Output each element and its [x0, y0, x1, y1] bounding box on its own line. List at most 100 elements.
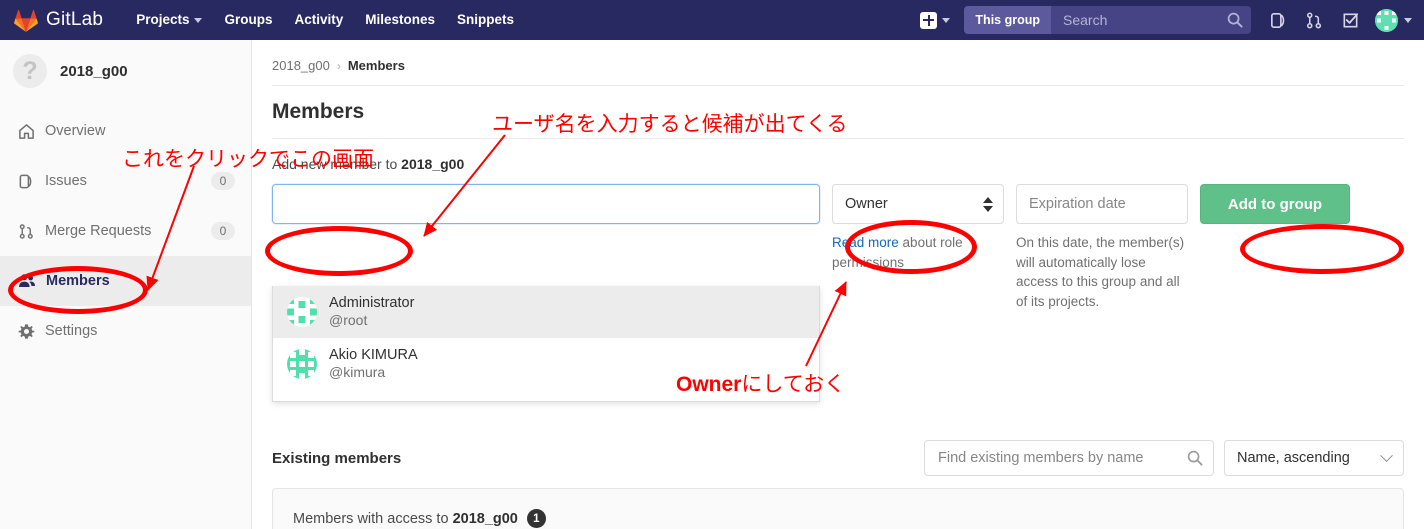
breadcrumb: 2018_g00 › Members [252, 40, 1424, 73]
read-more-link[interactable]: Read more [832, 235, 899, 250]
role-column: Owner Read more about role permissions [832, 184, 1004, 272]
todos-nav-button[interactable] [1333, 0, 1367, 40]
sidebar-item-members[interactable]: Members [0, 256, 251, 306]
search-placeholder: Search [1063, 12, 1108, 28]
group-name-label: 2018_g00 [60, 62, 128, 80]
autocomplete-item-text: Administrator @root [329, 295, 414, 329]
members-access-prefix: Members with access to [293, 510, 453, 527]
autocomplete-item-name: Administrator [329, 295, 415, 311]
sort-dropdown[interactable]: Name, ascending [1224, 440, 1404, 476]
search-icon [1227, 12, 1243, 28]
find-members-box[interactable] [924, 440, 1214, 476]
autocomplete-item-handle: @kimura [329, 364, 386, 380]
search-scope-badge[interactable]: This group [964, 6, 1051, 34]
breadcrumb-separator: › [336, 58, 341, 73]
sidebar-item-overview[interactable]: Overview [0, 106, 251, 156]
sidebar-item-overview-label: Overview [45, 123, 106, 139]
expiration-date-input[interactable] [1016, 184, 1188, 224]
identicon-pattern [287, 349, 317, 379]
members-with-access-header: Members with access to 2018_g00 1 [273, 489, 1403, 528]
issues-nav-button[interactable] [1261, 0, 1295, 40]
sort-dropdown-value: Name, ascending [1237, 450, 1350, 466]
stepper-icon [983, 196, 993, 212]
expiration-column: On this date, the member(s) will automat… [1016, 184, 1188, 311]
autocomplete-item-handle: @root [329, 312, 368, 328]
nav-link-snippets[interactable]: Snippets [446, 0, 525, 40]
breadcrumb-current[interactable]: Members [348, 58, 405, 73]
sidebar-item-settings[interactable]: Settings [0, 306, 251, 356]
chevron-down-icon [1404, 17, 1412, 23]
search-icon [1187, 450, 1203, 466]
avatar [287, 297, 317, 327]
member-search-input[interactable] [272, 184, 820, 224]
group-avatar: ? [13, 54, 47, 88]
nav-link-groups[interactable]: Groups [213, 0, 283, 40]
nav-link-projects-label: Projects [136, 12, 190, 27]
members-access-group: 2018_g00 [452, 510, 518, 527]
nav-link-projects[interactable]: Projects [125, 0, 213, 40]
role-select-value: Owner [845, 196, 888, 212]
members-count-badge: 1 [526, 509, 546, 528]
autocomplete-item-akio-kimura[interactable]: Akio KIMURA @kimura [273, 338, 819, 390]
existing-members-heading: Existing members [272, 449, 402, 467]
plus-square-icon [920, 11, 938, 29]
top-navbar: GitLab Projects Groups Activity Mileston… [0, 0, 1424, 40]
gitlab-fox-icon [14, 9, 38, 32]
find-members-input[interactable] [938, 450, 1187, 466]
expiration-helper-text: On this date, the member(s) will automat… [1016, 235, 1185, 309]
new-item-button[interactable] [912, 11, 958, 29]
gitlab-members-page: GitLab Projects Groups Activity Mileston… [0, 0, 1424, 529]
existing-members-panel: Members with access to 2018_g00 1 [272, 488, 1404, 529]
brand-label: GitLab [46, 9, 104, 30]
chevron-down-icon [1380, 448, 1393, 462]
sidebar-item-members-label: Members [46, 273, 110, 289]
main-content: 2018_g00 › Members Members Add new membe… [252, 40, 1424, 529]
sidebar-issues-count: 0 [211, 172, 235, 190]
merge-request-icon [1306, 12, 1321, 28]
sidebar-merge-requests-count: 0 [211, 222, 235, 240]
merge-request-icon [19, 223, 33, 239]
autocomplete-footer-space [273, 390, 819, 401]
group-sidebar: ? 2018_g00 Overview Issues 0 Merge Reque… [0, 40, 252, 529]
user-menu-button[interactable] [1369, 0, 1412, 40]
gitlab-home-link[interactable]: GitLab [0, 9, 113, 32]
identicon-pattern [287, 297, 317, 327]
role-select[interactable]: Owner [832, 184, 1004, 224]
sidebar-nav: Overview Issues 0 Merge Requests 0 Membe… [0, 106, 251, 356]
add-to-group-button[interactable]: Add to group [1200, 184, 1350, 224]
navbar-search: This group Search [964, 6, 1251, 34]
sidebar-item-settings-label: Settings [45, 323, 98, 339]
todos-icon [1343, 12, 1358, 27]
page-title: Members [272, 100, 365, 123]
autocomplete-item-name: Akio KIMURA [329, 347, 418, 363]
identicon-pattern [1375, 8, 1398, 32]
caret-up-icon [983, 196, 993, 203]
navbar-right: This group Search [912, 0, 1424, 40]
search-input[interactable]: Search [1051, 6, 1251, 34]
merge-requests-nav-button[interactable] [1297, 0, 1331, 40]
avatar [287, 349, 317, 379]
autocomplete-item-administrator[interactable]: Administrator @root [273, 286, 819, 338]
sidebar-group-header[interactable]: ? 2018_g00 [0, 40, 251, 102]
chevron-down-icon [942, 17, 951, 23]
navbar-links: Projects Groups Activity Milestones Snip… [125, 0, 525, 40]
role-helper-text: Read more about role permissions [832, 233, 1004, 272]
sidebar-item-issues[interactable]: Issues 0 [0, 156, 251, 206]
autocomplete-item-text: Akio KIMURA @kimura [329, 347, 418, 381]
users-icon [19, 274, 35, 287]
members-with-access-text: Members with access to 2018_g00 [293, 511, 518, 527]
chevron-down-icon [194, 17, 203, 23]
existing-members-row: Existing members Name, ascending [272, 440, 1404, 476]
sidebar-item-merge-requests[interactable]: Merge Requests 0 [0, 206, 251, 256]
avatar [1375, 8, 1398, 32]
caret-down-icon [983, 205, 993, 212]
add-member-label-prefix: Add new member to [272, 156, 402, 172]
existing-members-controls: Name, ascending [924, 440, 1404, 476]
breadcrumb-group[interactable]: 2018_g00 [272, 58, 330, 73]
add-member-label: Add new member to 2018_g00 [252, 139, 1424, 172]
sidebar-item-merge-requests-label: Merge Requests [45, 223, 152, 239]
nav-link-milestones[interactable]: Milestones [354, 0, 446, 40]
issues-icon [1270, 12, 1284, 28]
home-icon [19, 123, 34, 139]
nav-link-activity[interactable]: Activity [283, 0, 354, 40]
